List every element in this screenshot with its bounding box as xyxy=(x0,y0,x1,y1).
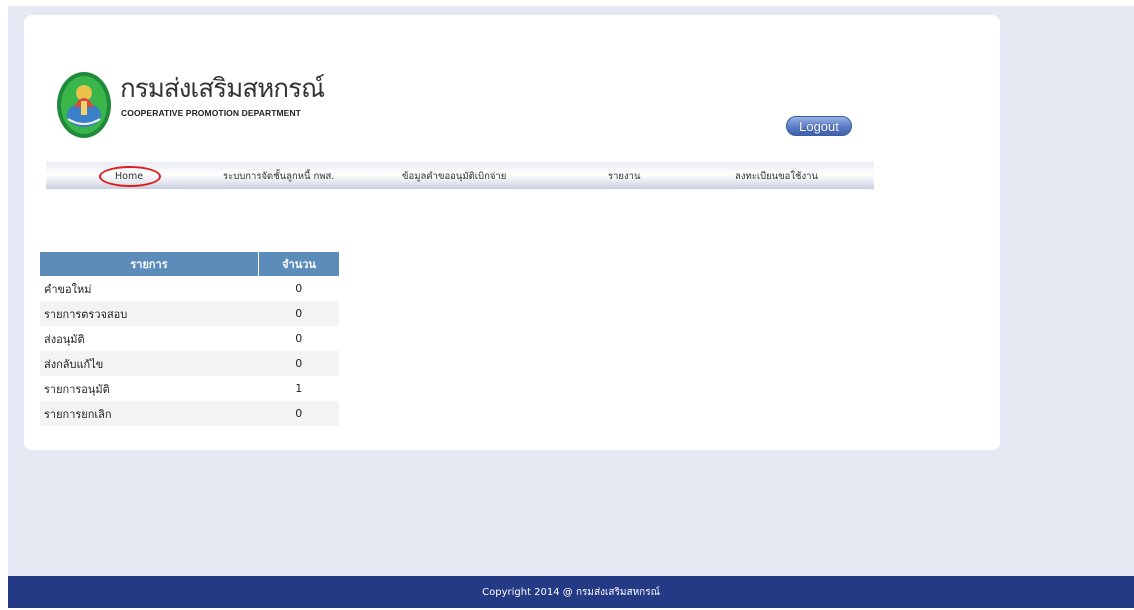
row-count: 0 xyxy=(295,282,303,295)
menu-item-disbursement-requests[interactable]: ข้อมูลคำขออนุมัติเบิกจ่าย xyxy=(402,171,506,183)
summary-table: รายการ จำนวน คำขอใหม่ 0 รายการตรวจสอบ 0 … xyxy=(40,252,339,426)
row-label: ส่งกลับแก้ไข xyxy=(40,351,259,376)
table-row[interactable]: ส่งอนุมัติ 0 xyxy=(40,326,339,351)
department-emblem-logo xyxy=(56,71,112,139)
menu-item-register[interactable]: ลงทะเบียนขอใช้งาน xyxy=(735,171,818,183)
row-label: รายการตรวจสอบ xyxy=(40,301,259,326)
table-row[interactable]: รายการยกเลิก 0 xyxy=(40,401,339,426)
logout-button[interactable]: Logout xyxy=(786,116,852,136)
row-label: ส่งอนุมัติ xyxy=(44,332,85,346)
row-count: 0 xyxy=(295,332,303,345)
table-row[interactable]: ส่งกลับแก้ไข 0 xyxy=(40,351,339,376)
menu-item-reports[interactable]: รายงาน xyxy=(608,171,640,183)
row-count: 1 xyxy=(295,382,303,395)
footer-copyright: Copyright 2014 @ กรมส่งเสริมสหกรณ์ xyxy=(482,587,660,598)
logo-title-thai: กรมส่งเสริมสหกรณ์ xyxy=(120,74,325,104)
column-header-count: จำนวน xyxy=(258,252,339,276)
table-header-row: รายการ จำนวน xyxy=(40,252,339,276)
row-count: 0 xyxy=(258,401,339,426)
footer-bar: Copyright 2014 @ กรมส่งเสริมสหกรณ์ xyxy=(8,576,1134,608)
row-label: รายการอนุมัติ xyxy=(44,382,110,396)
table-row[interactable]: รายการอนุมัติ 1 xyxy=(40,376,339,401)
menu-item-debtor-classification[interactable]: ระบบการจัดชั้นลูกหนี้ กพส. xyxy=(223,171,334,183)
logo-title-english: COOPERATIVE PROMOTION DEPARTMENT xyxy=(121,108,301,118)
table-row[interactable]: รายการตรวจสอบ 0 xyxy=(40,301,339,326)
menu-item-home[interactable]: Home xyxy=(115,171,143,183)
row-count: 0 xyxy=(258,351,339,376)
row-label: คำขอใหม่ xyxy=(44,282,92,296)
table-row[interactable]: คำขอใหม่ 0 xyxy=(40,276,339,301)
row-count: 0 xyxy=(258,301,339,326)
column-header-item: รายการ xyxy=(40,252,259,276)
row-label: รายการยกเลิก xyxy=(40,401,259,426)
